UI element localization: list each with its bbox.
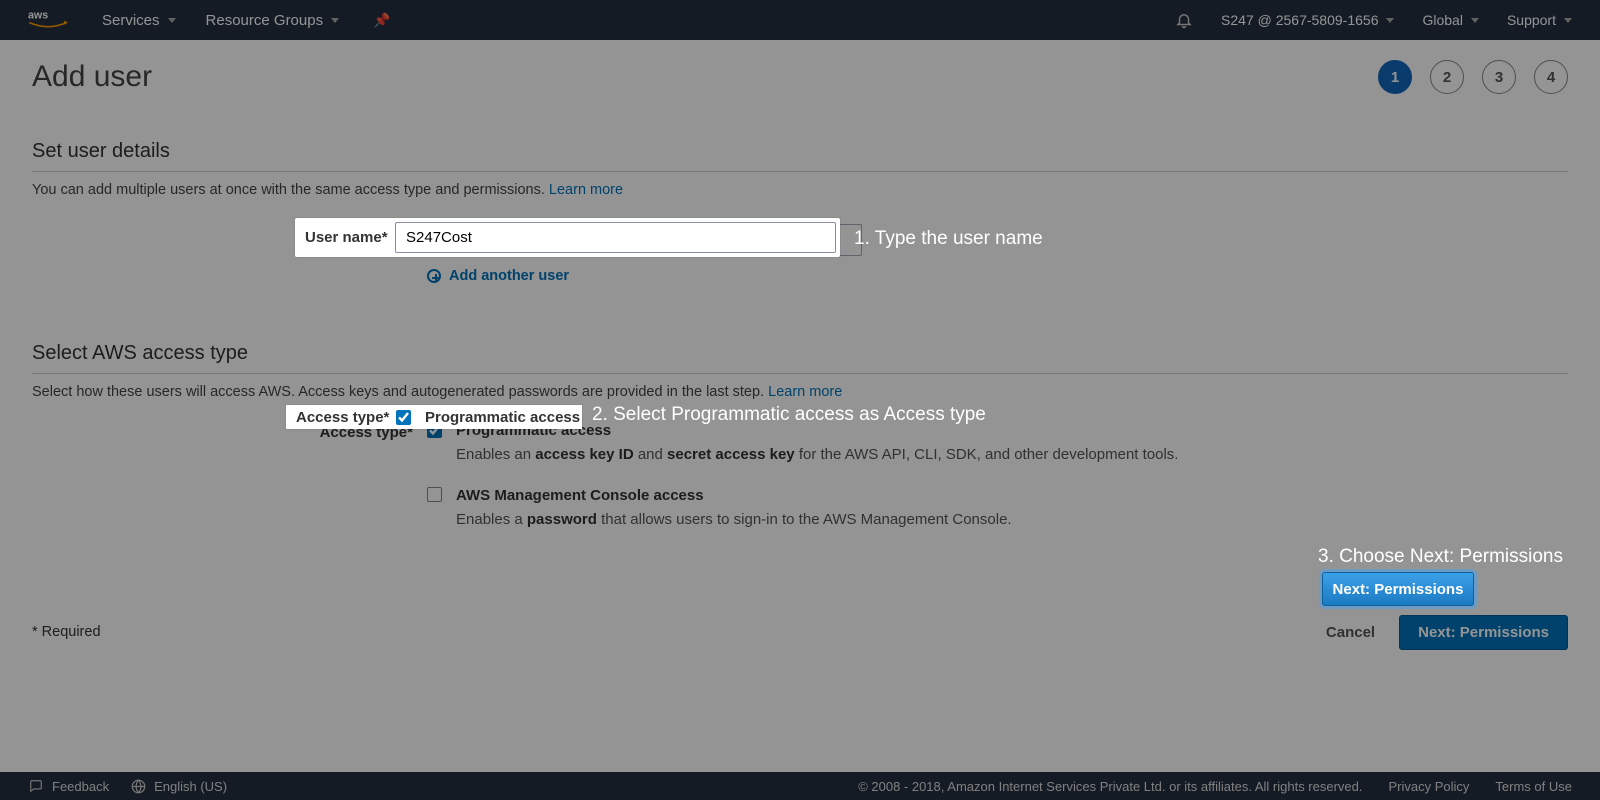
- spotlight-access-type: Access type* Programmatic access: [286, 405, 582, 429]
- pin-icon[interactable]: 📌: [373, 12, 390, 29]
- chevron-down-icon: [331, 18, 339, 23]
- chevron-down-icon: [1471, 18, 1479, 23]
- nav-resource-groups[interactable]: Resource Groups: [206, 12, 340, 29]
- console-access-desc: Enables a password that allows users to …: [456, 510, 1012, 530]
- main-content: Add user 1 2 3 4 Set user details You ca…: [0, 40, 1600, 756]
- nav-services[interactable]: Services: [102, 12, 176, 29]
- section-access-type-subtext: Select how these users will access AWS. …: [32, 384, 1568, 400]
- console-access-checkbox[interactable]: [427, 487, 442, 502]
- footer-bar: Feedback English (US) © 2008 - 2018, Ama…: [0, 772, 1600, 800]
- nav-region[interactable]: Global: [1422, 12, 1478, 28]
- chevron-down-icon: [168, 18, 176, 23]
- section-user-details-heading: Set user details: [32, 140, 1568, 172]
- feedback-link[interactable]: Feedback: [28, 779, 109, 794]
- section-user-details-subtext: You can add multiple users at once with …: [32, 182, 1568, 198]
- console-access-title: AWS Management Console access: [456, 487, 1012, 504]
- spotlight-next-button[interactable]: Next: Permissions: [1322, 572, 1474, 606]
- plus-circle-icon: [427, 269, 441, 283]
- privacy-policy-link[interactable]: Privacy Policy: [1389, 779, 1470, 794]
- notifications-icon[interactable]: [1175, 11, 1193, 29]
- aws-logo[interactable]: aws: [28, 8, 68, 32]
- callout-3: 3. Choose Next: Permissions: [1318, 546, 1563, 568]
- page-title: Add user: [32, 60, 152, 94]
- programmatic-access-checkbox-spot[interactable]: [396, 410, 411, 425]
- cancel-button[interactable]: Cancel: [1326, 624, 1375, 641]
- step-3[interactable]: 3: [1482, 60, 1516, 94]
- chevron-down-icon: [1386, 18, 1394, 23]
- add-another-user-link[interactable]: Add another user: [427, 268, 569, 284]
- callout-1: 1. Type the user name: [854, 228, 1043, 250]
- footer-copyright: © 2008 - 2018, Amazon Internet Services …: [858, 779, 1362, 794]
- language-selector[interactable]: English (US): [131, 779, 227, 794]
- nav-support[interactable]: Support: [1507, 12, 1572, 28]
- callout-2: 2. Select Programmatic access as Access …: [592, 404, 986, 426]
- step-4[interactable]: 4: [1534, 60, 1568, 94]
- section-access-type-heading: Select AWS access type: [32, 342, 1568, 374]
- next-permissions-button[interactable]: Next: Permissions: [1399, 615, 1568, 650]
- step-2[interactable]: 2: [1430, 60, 1464, 94]
- spotlight-username: User name*: [295, 218, 840, 257]
- top-nav: aws Services Resource Groups 📌 S247 @ 25…: [0, 0, 1600, 40]
- username-input-spot[interactable]: [395, 222, 836, 253]
- chevron-down-icon: [1564, 18, 1572, 23]
- required-note: * Required: [32, 624, 101, 640]
- nav-account[interactable]: S247 @ 2567-5809-1656: [1221, 12, 1394, 28]
- terms-of-use-link[interactable]: Terms of Use: [1495, 779, 1572, 794]
- step-indicator: 1 2 3 4: [1378, 60, 1568, 94]
- svg-text:aws: aws: [28, 10, 48, 22]
- step-1[interactable]: 1: [1378, 60, 1412, 94]
- learn-more-link-2[interactable]: Learn more: [768, 384, 842, 400]
- programmatic-access-desc: Enables an access key ID and secret acce…: [456, 445, 1568, 465]
- learn-more-link[interactable]: Learn more: [549, 182, 623, 198]
